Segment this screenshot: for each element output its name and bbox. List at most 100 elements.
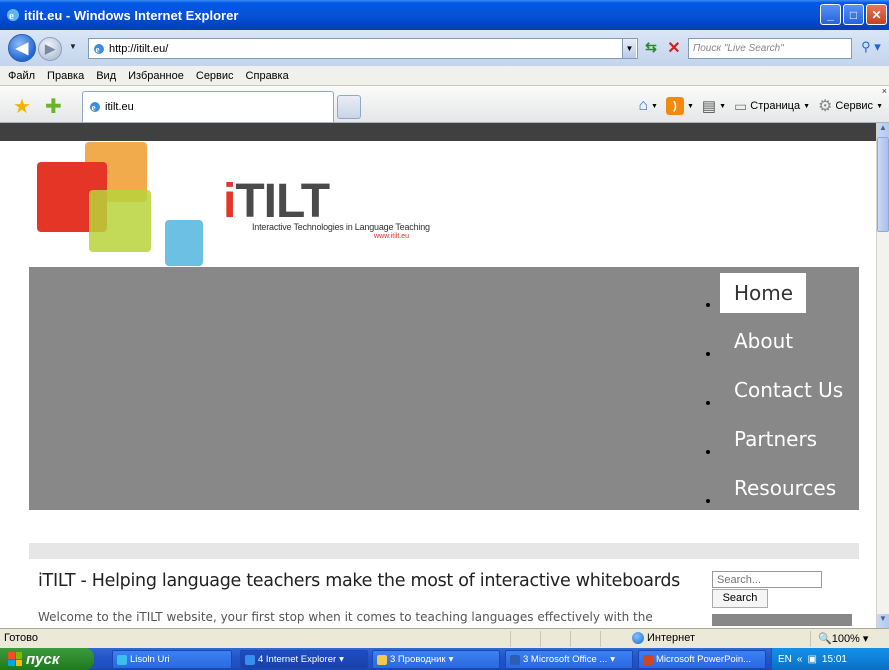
site-logo[interactable]: iTILT Interactive Technologies in Langua… (35, 140, 435, 268)
logo-wordmark: iTILT (223, 175, 330, 228)
messenger-icon (117, 654, 127, 665)
taskbar-item[interactable]: 4 Internet Explorer ▾ (240, 650, 368, 669)
tray-expand-icon[interactable]: « (797, 654, 803, 665)
folder-icon (377, 654, 387, 665)
zoom-level[interactable]: 🔍100% ▾ (818, 632, 868, 645)
address-dropdown-icon[interactable]: ▼ (622, 39, 636, 58)
favorites-star-icon[interactable]: ★ (13, 94, 31, 119)
status-text: Готово (4, 632, 38, 644)
logo-url: www.itilt.eu (374, 233, 410, 240)
clock[interactable]: 15:01 (822, 654, 847, 665)
refresh-icon[interactable]: ⇆ (640, 39, 662, 59)
toolbar-close-icon[interactable]: × (882, 86, 887, 96)
menu-file[interactable]: Файл (8, 70, 35, 82)
svg-text:e: e (92, 103, 96, 113)
nav-contact-us[interactable]: Contact Us (720, 370, 860, 410)
web-content: iTILT Interactive Technologies in Langua… (0, 123, 876, 628)
address-url: http://itilt.eu/ (109, 42, 169, 55)
site-search-input[interactable] (712, 571, 822, 588)
close-button[interactable]: ✕ (866, 4, 887, 25)
tools-menu-button[interactable]: ⚙ Сервис ▼ (818, 96, 883, 116)
taskbar-item[interactable]: 3 Проводник ▾ (372, 650, 500, 669)
nav-partners[interactable]: Partners (720, 419, 860, 459)
windows-logo-icon (8, 652, 22, 666)
menu-bar: Файл Правка Вид Избранное Сервис Справка (0, 66, 889, 86)
globe-icon (632, 632, 644, 644)
home-icon: ⌂ (638, 97, 649, 114)
address-toolbar: ◀ ▶ ▼ e http://itilt.eu/ ▼ ⇆ ✕ Поиск "Li… (0, 30, 889, 66)
nav-home[interactable]: Home (720, 273, 806, 313)
page-menu-button[interactable]: ▭ Страница ▼ (734, 98, 810, 115)
nav-about[interactable]: About (720, 321, 860, 361)
window-title: itilt.eu - Windows Internet Explorer (24, 7, 239, 23)
page-icon: ▭ (734, 97, 748, 114)
menu-help[interactable]: Справка (246, 70, 289, 82)
vertical-scrollbar[interactable]: ▲ ▼ (876, 123, 889, 628)
site-search-button[interactable]: Search (712, 589, 768, 608)
start-button[interactable]: пуск (0, 648, 94, 670)
status-separator (510, 631, 511, 647)
page-icon: e (90, 102, 100, 113)
windows-taskbar: пуск Lisoln Uri 4 Internet Explorer ▾ 3 … (0, 648, 889, 670)
taskbar-item[interactable]: Microsoft PowerPoin... (638, 650, 766, 669)
feeds-button[interactable]: ) ▼ (665, 97, 694, 115)
stop-icon[interactable]: ✕ (664, 39, 684, 59)
nav-bullet (706, 450, 710, 454)
search-icon[interactable]: ⚲ ▾ (856, 39, 886, 59)
search-input[interactable]: Поиск "Live Search" (688, 38, 852, 59)
language-indicator[interactable]: EN (778, 654, 792, 665)
gear-icon: ⚙ (818, 98, 833, 115)
forward-button[interactable]: ▶ (38, 37, 62, 61)
svg-text:e: e (9, 10, 14, 22)
logo-graphic (37, 142, 203, 266)
scroll-up-arrow-icon[interactable]: ▲ (877, 123, 889, 137)
taskbar-item[interactable]: 3 Microsoft Office ... ▾ (505, 650, 633, 669)
security-zone[interactable]: Интернет (632, 632, 695, 644)
new-tab-button[interactable] (337, 95, 361, 119)
internet-explorer-icon (245, 654, 255, 665)
nav-bullet (706, 401, 710, 405)
back-arrow-icon: ◀ (15, 40, 29, 57)
status-bar: Готово Интернет 🔍100% ▾ (0, 628, 889, 648)
rss-feed-icon: ) (665, 97, 684, 115)
internet-explorer-icon: e (7, 9, 19, 22)
tab-itilt[interactable]: e itilt.eu (82, 91, 334, 122)
page-headline: iTILT - Helping language teachers make t… (38, 571, 680, 591)
home-button[interactable]: ⌂ ▼ (638, 97, 658, 115)
maximize-button[interactable]: □ (843, 4, 864, 25)
nav-bullet (706, 352, 710, 356)
navigation-band: Home About Contact Us Partners Resources (29, 267, 859, 510)
scroll-thumb[interactable] (877, 137, 889, 232)
menu-tools[interactable]: Сервис (196, 70, 234, 82)
content-divider (29, 543, 859, 559)
page-top-stripe (0, 123, 876, 141)
sidebar-heading-bar (712, 614, 852, 626)
back-button[interactable]: ◀ (8, 34, 36, 62)
minimize-button[interactable]: _ (820, 4, 841, 25)
status-separator (810, 631, 811, 647)
system-tray: EN « ▣ 15:01 (771, 648, 889, 670)
status-separator (570, 631, 571, 647)
taskbar-item[interactable]: Lisoln Uri (112, 650, 232, 669)
command-bar: ⌂ ▼ ) ▼ ▤ ▼ ▭ Страница ▼ ⚙ Сервис ▼ (638, 96, 883, 116)
tab-label: itilt.eu (105, 101, 134, 113)
status-separator (540, 631, 541, 647)
history-dropdown-icon[interactable]: ▼ (69, 42, 77, 51)
tab-toolbar: ★ ✚ e itilt.eu ⌂ ▼ ) ▼ ▤ ▼ ▭ Страница ▼ ⚙ Серв… (0, 86, 889, 123)
menu-edit[interactable]: Правка (47, 70, 84, 82)
window-title-bar[interactable]: e itilt.eu - Windows Internet Explorer _… (0, 0, 889, 30)
address-input[interactable]: e http://itilt.eu/ (88, 38, 638, 59)
scroll-down-arrow-icon[interactable]: ▼ (877, 614, 889, 628)
menu-view[interactable]: Вид (96, 70, 116, 82)
nav-bullet (706, 499, 710, 503)
network-icon[interactable]: ▣ (807, 654, 816, 665)
logo-subtitle: Interactive Technologies in Language Tea… (252, 222, 430, 232)
printer-icon: ▤ (701, 98, 717, 115)
nav-resources[interactable]: Resources (720, 468, 860, 508)
menu-favorites[interactable]: Избранное (128, 70, 184, 82)
page-icon: e (94, 43, 104, 54)
powerpoint-icon (643, 654, 653, 665)
print-button[interactable]: ▤ ▼ (702, 97, 726, 115)
welcome-text: Welcome to the iTILT website, your first… (38, 610, 653, 624)
add-favorites-icon[interactable]: ✚ (45, 94, 62, 119)
